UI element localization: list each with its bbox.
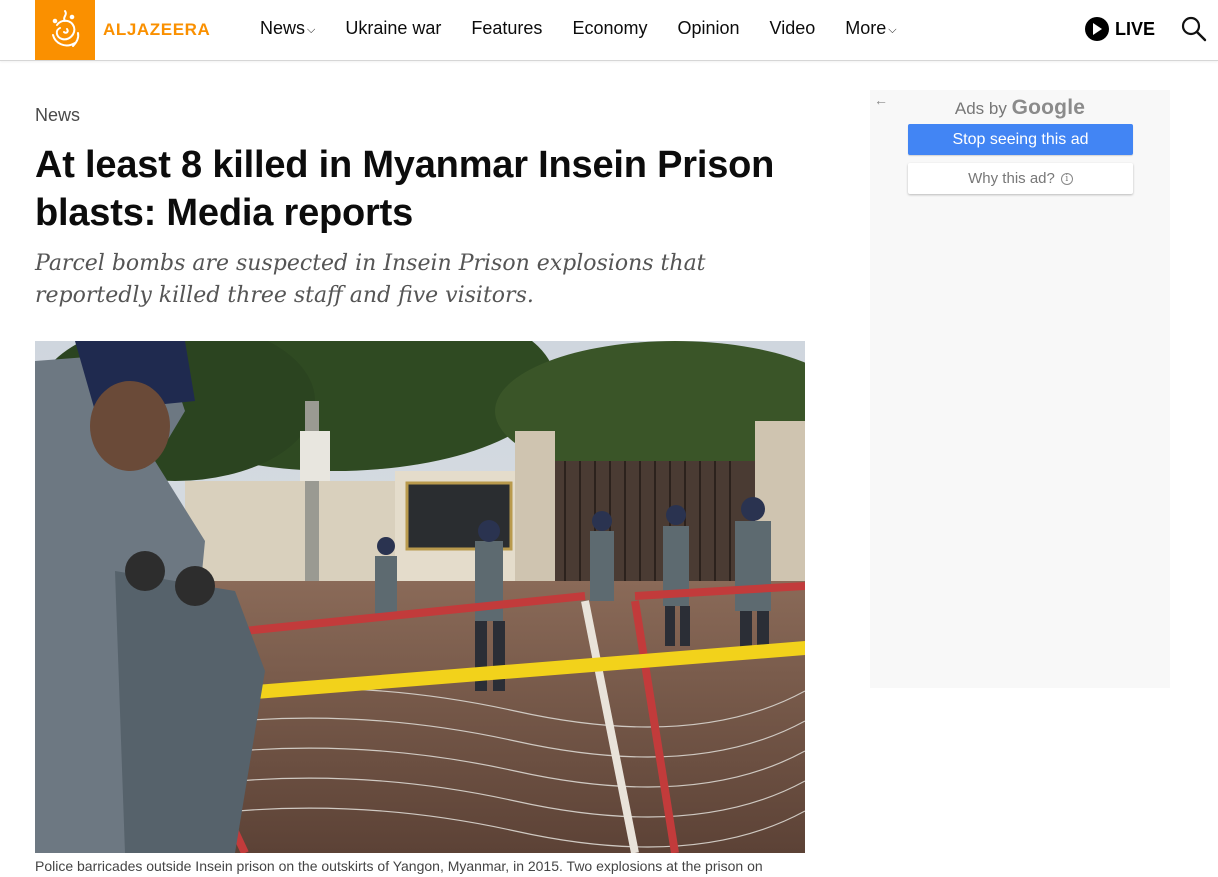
live-button[interactable]: LIVE — [1085, 17, 1155, 41]
main-nav: News ⌵ Ukraine war Features Economy Opini… — [260, 18, 927, 39]
chevron-down-icon: ⌵ — [307, 24, 316, 36]
nav-news-label: News — [260, 18, 306, 38]
google-wordmark: Google — [1011, 96, 1086, 119]
nav-features[interactable]: Features — [471, 18, 542, 39]
site-header: ALJAZEERA News ⌵ Ukraine war Features Eco… — [0, 0, 1218, 61]
live-label: LIVE — [1115, 18, 1156, 39]
brand-name[interactable]: ALJAZEERA — [103, 20, 210, 40]
nav-economy[interactable]: Economy — [572, 18, 647, 39]
search-icon[interactable] — [1180, 15, 1208, 43]
ads-by-google[interactable]: Ads by Google — [870, 96, 1170, 120]
nav-opinion-label: Opinion — [677, 18, 740, 38]
nav-video[interactable]: Video — [770, 18, 816, 39]
nav-news[interactable]: News ⌵ — [260, 18, 315, 39]
stop-seeing-ad-button[interactable]: Stop seeing this ad — [908, 124, 1133, 155]
article-subheadline: Parcel bombs are suspected in Insein Pri… — [35, 251, 706, 308]
aljazeera-calligraphy-icon — [52, 10, 80, 47]
chevron-down-icon: ⌵ — [888, 24, 897, 36]
nav-opinion[interactable]: Opinion — [677, 18, 739, 39]
info-icon: i — [1060, 172, 1073, 185]
nav-ukraine-war-label: Ukraine war — [345, 18, 442, 38]
nav-economy-label: Economy — [572, 18, 648, 38]
nav-ukraine-war[interactable]: Ukraine war — [345, 18, 441, 39]
photo-caption: Police barricades outside Insein prison … — [35, 858, 763, 874]
ad-panel: ← Ads by Google Stop seeing this ad Why … — [870, 90, 1170, 688]
article-headline: At least 8 killed in Myanmar Insein Pris… — [35, 144, 775, 234]
why-this-ad-label: Why this ad? — [968, 170, 1055, 187]
article-photo — [35, 341, 805, 853]
nav-more-label: More — [845, 18, 887, 38]
nav-video-label: Video — [769, 18, 816, 38]
ads-by-label: Ads by — [954, 99, 1007, 118]
aljazeera-logo[interactable] — [35, 0, 95, 60]
nav-more[interactable]: More ⌵ — [845, 18, 896, 39]
article-section-label[interactable]: News — [35, 105, 80, 126]
play-circle-icon — [1085, 17, 1109, 41]
nav-features-label: Features — [471, 18, 543, 38]
why-this-ad-button[interactable]: Why this ad? i — [908, 163, 1133, 194]
